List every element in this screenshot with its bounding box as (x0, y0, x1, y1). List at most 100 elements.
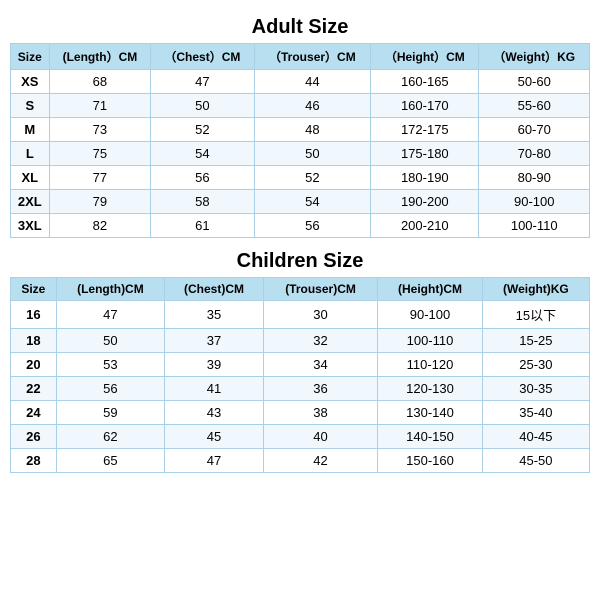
children-table-cell: 110-120 (378, 353, 483, 377)
children-table-row: 28654742150-16045-50 (11, 449, 590, 473)
adult-table-cell: 82 (49, 214, 151, 238)
children-size-title: Children Size (237, 250, 364, 273)
children-table-cell: 20 (11, 353, 57, 377)
adult-table-cell: S (11, 94, 50, 118)
adult-table-row: XL775652180-19080-90 (11, 166, 590, 190)
children-table-cell: 65 (56, 449, 164, 473)
adult-table-cell: 160-170 (371, 94, 479, 118)
children-header-cell: (Height)CM (378, 278, 483, 301)
adult-table-cell: 46 (254, 94, 371, 118)
children-table-cell: 30-35 (482, 377, 589, 401)
adult-table-cell: 56 (254, 214, 371, 238)
adult-table-cell: 100-110 (479, 214, 590, 238)
adult-size-table: Size(Length）CM（Chest）CM（Trouser）CM（Heigh… (10, 43, 590, 238)
children-table-cell: 45 (165, 425, 264, 449)
adult-table-cell: 61 (151, 214, 254, 238)
children-table-cell: 34 (263, 353, 377, 377)
adult-table-cell: 172-175 (371, 118, 479, 142)
children-header-cell: (Trouser)CM (263, 278, 377, 301)
adult-table-cell: 90-100 (479, 190, 590, 214)
children-header-cell: Size (11, 278, 57, 301)
children-table-cell: 15-25 (482, 329, 589, 353)
children-table-cell: 56 (56, 377, 164, 401)
children-table-cell: 36 (263, 377, 377, 401)
adult-table-cell: 180-190 (371, 166, 479, 190)
adult-table-cell: 200-210 (371, 214, 479, 238)
adult-table-row: 3XL826156200-210100-110 (11, 214, 590, 238)
children-table-cell: 24 (11, 401, 57, 425)
adult-table-cell: XS (11, 70, 50, 94)
adult-header-cell: （Chest）CM (151, 44, 254, 70)
children-table-row: 1647353090-10015以下 (11, 301, 590, 329)
children-table-row: 26624540140-15040-45 (11, 425, 590, 449)
children-table-cell: 50 (56, 329, 164, 353)
children-table-cell: 45-50 (482, 449, 589, 473)
adult-table-cell: 2XL (11, 190, 50, 214)
children-table-cell: 18 (11, 329, 57, 353)
adult-table-cell: 3XL (11, 214, 50, 238)
children-header-cell: (Chest)CM (165, 278, 264, 301)
adult-header-cell: (Length）CM (49, 44, 151, 70)
adult-header-cell: （Height）CM (371, 44, 479, 70)
children-table-cell: 90-100 (378, 301, 483, 329)
adult-table-cell: 77 (49, 166, 151, 190)
adult-table-cell: 52 (254, 166, 371, 190)
adult-table-cell: 75 (49, 142, 151, 166)
adult-table-cell: 50 (151, 94, 254, 118)
children-table-cell: 100-110 (378, 329, 483, 353)
children-table-cell: 22 (11, 377, 57, 401)
children-table-cell: 140-150 (378, 425, 483, 449)
adult-table-row: S715046160-17055-60 (11, 94, 590, 118)
children-header-cell: (Weight)KG (482, 278, 589, 301)
children-size-table: Size(Length)CM(Chest)CM(Trouser)CM(Heigh… (10, 277, 590, 473)
children-table-cell: 42 (263, 449, 377, 473)
children-table-cell: 120-130 (378, 377, 483, 401)
adult-table-cell: 73 (49, 118, 151, 142)
children-table-cell: 150-160 (378, 449, 483, 473)
children-table-cell: 16 (11, 301, 57, 329)
adult-table-cell: 71 (49, 94, 151, 118)
adult-table-cell: 55-60 (479, 94, 590, 118)
children-table-cell: 41 (165, 377, 264, 401)
adult-table-cell: 190-200 (371, 190, 479, 214)
children-table-cell: 28 (11, 449, 57, 473)
children-table-cell: 47 (165, 449, 264, 473)
children-table-row: 20533934110-12025-30 (11, 353, 590, 377)
adult-header-cell: （Weight）KG (479, 44, 590, 70)
adult-table-cell: 70-80 (479, 142, 590, 166)
adult-table-cell: 79 (49, 190, 151, 214)
adult-table-cell: L (11, 142, 50, 166)
adult-table-cell: 50-60 (479, 70, 590, 94)
children-table-cell: 130-140 (378, 401, 483, 425)
children-table-cell: 39 (165, 353, 264, 377)
adult-table-row: L755450175-18070-80 (11, 142, 590, 166)
adult-table-cell: 44 (254, 70, 371, 94)
adult-table-cell: 52 (151, 118, 254, 142)
children-table-row: 24594338130-14035-40 (11, 401, 590, 425)
adult-table-cell: 54 (254, 190, 371, 214)
adult-table-cell: 60-70 (479, 118, 590, 142)
adult-header-cell: （Trouser）CM (254, 44, 371, 70)
children-table-cell: 53 (56, 353, 164, 377)
children-table-cell: 38 (263, 401, 377, 425)
children-table-cell: 25-30 (482, 353, 589, 377)
children-table-cell: 40 (263, 425, 377, 449)
adult-table-row: 2XL795854190-20090-100 (11, 190, 590, 214)
adult-table-cell: 160-165 (371, 70, 479, 94)
adult-table-row: M735248172-17560-70 (11, 118, 590, 142)
adult-table-cell: 80-90 (479, 166, 590, 190)
adult-table-row: XS684744160-16550-60 (11, 70, 590, 94)
adult-table-cell: M (11, 118, 50, 142)
children-table-cell: 37 (165, 329, 264, 353)
adult-table-cell: XL (11, 166, 50, 190)
adult-table-cell: 175-180 (371, 142, 479, 166)
children-table-cell: 30 (263, 301, 377, 329)
children-table-cell: 59 (56, 401, 164, 425)
children-table-cell: 26 (11, 425, 57, 449)
children-table-cell: 43 (165, 401, 264, 425)
adult-table-cell: 54 (151, 142, 254, 166)
children-table-cell: 15以下 (482, 301, 589, 329)
children-table-cell: 62 (56, 425, 164, 449)
adult-table-cell: 58 (151, 190, 254, 214)
children-table-cell: 40-45 (482, 425, 589, 449)
